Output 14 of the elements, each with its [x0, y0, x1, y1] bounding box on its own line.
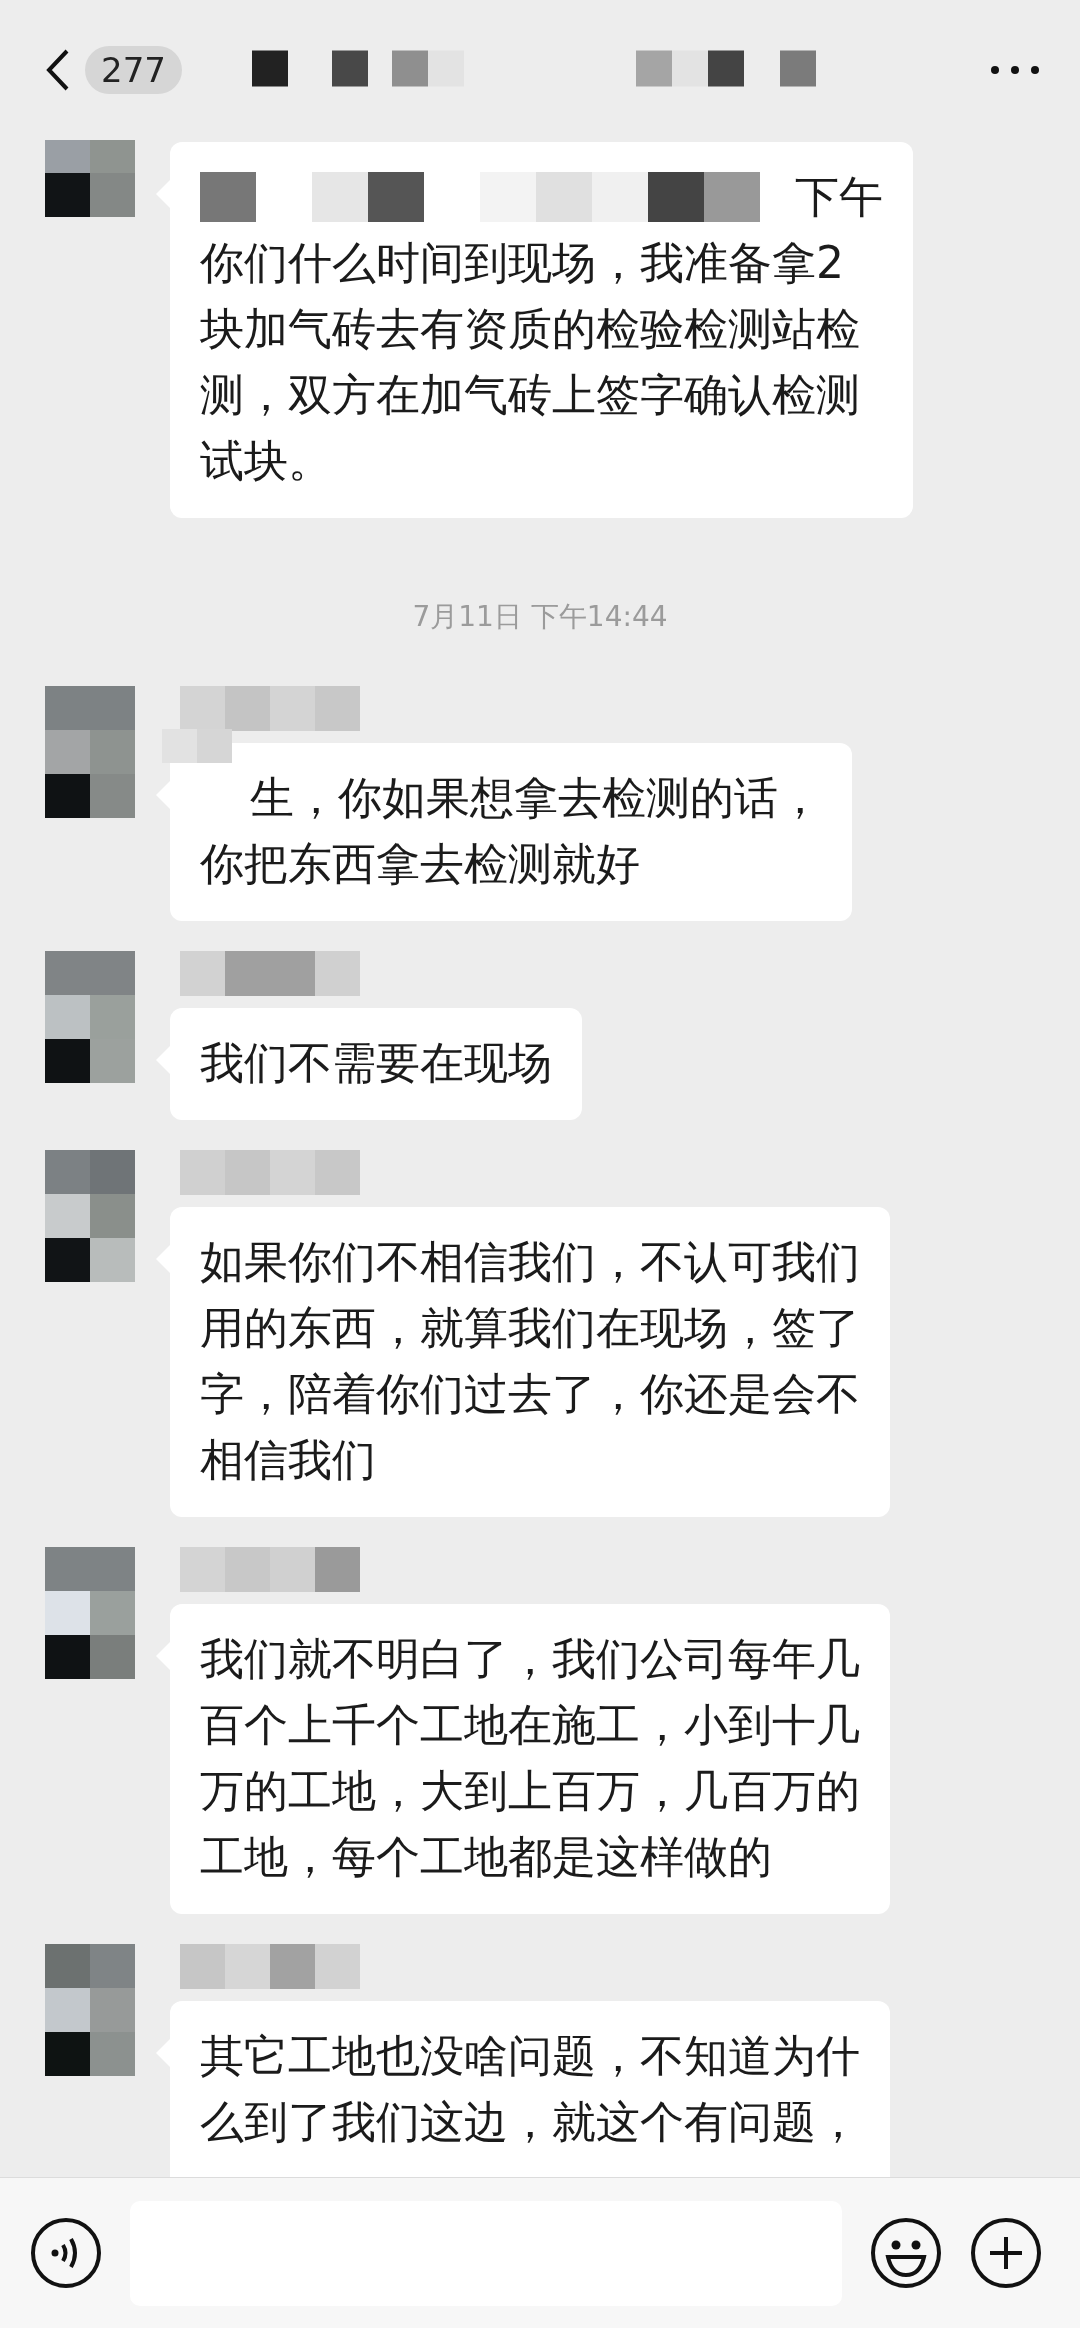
- message-text: 生，你如果想拿去检测的话， 你把东西拿去检测就好: [200, 771, 822, 891]
- more-icon[interactable]: [990, 65, 1040, 75]
- message-text: 你们什么时间到现场，我准备拿2 块加气砖去有资质的检验检测站检 测，双方在加气砖上签字确认检测 试块。: [200, 236, 861, 488]
- add-icon[interactable]: [970, 2217, 1042, 2289]
- unread-count-badge: 277: [85, 46, 182, 94]
- message-text: 我们不需要在现场: [200, 1036, 552, 1090]
- message-text: 如果你们不相信我们，不认可我们 用的东西，就算我们在现场，签了 字，陪着你们过去了，你还是会不 相信我们: [200, 1235, 860, 1487]
- timestamp: 7月11日 下午14:44: [411, 599, 669, 635]
- emoji-icon[interactable]: [870, 2217, 942, 2289]
- back-icon[interactable]: [45, 48, 71, 92]
- message-text: 其它工地也没啥问题，不知道为什 么到了我们这边，就这个有问题，: [200, 2029, 860, 2149]
- voice-icon[interactable]: [30, 2217, 102, 2289]
- message-text: 下午: [795, 169, 883, 224]
- message-text: 我们就不明白了，我们公司每年几 百个上千个工地在施工，小到十几 万的工地，大到上百万，几百万的 工地，每个工地都是这样做的: [200, 1632, 860, 1884]
